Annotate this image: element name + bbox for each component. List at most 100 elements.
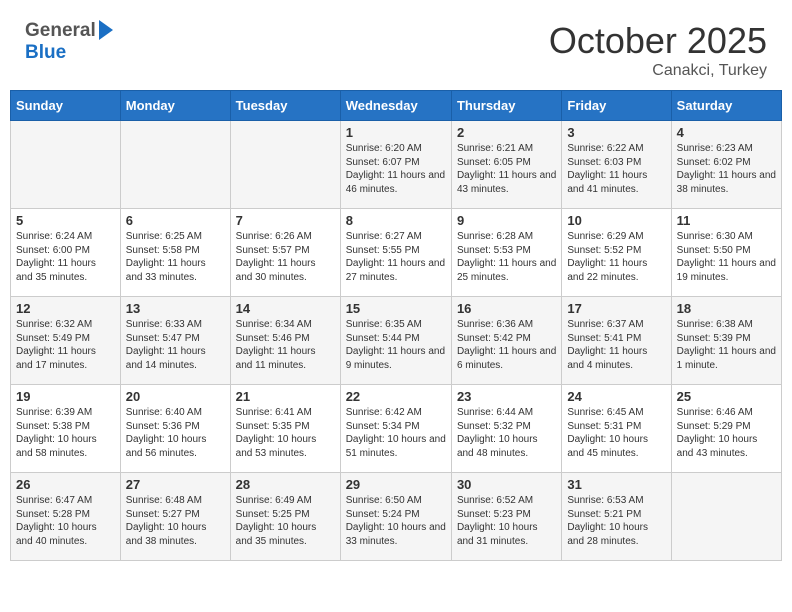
week-row-5: 26 Sunrise: 6:47 AM Sunset: 5:28 PM Dayli… (11, 473, 782, 561)
header-day-tuesday: Tuesday (230, 91, 340, 121)
cell-content: Sunrise: 6:32 AM Sunset: 5:49 PM Dayligh… (16, 318, 115, 372)
cell-content: Sunrise: 6:46 AM Sunset: 5:29 PM Dayligh… (677, 406, 776, 460)
cell-content: Sunrise: 6:49 AM Sunset: 5:25 PM Dayligh… (236, 494, 335, 548)
cell-content: Sunrise: 6:34 AM Sunset: 5:46 PM Dayligh… (236, 318, 335, 372)
cell-content: Sunrise: 6:24 AM Sunset: 6:00 PM Dayligh… (16, 230, 115, 284)
calendar-cell: 20 Sunrise: 6:40 AM Sunset: 5:36 PM Dayli… (120, 385, 230, 473)
cell-content: Sunrise: 6:42 AM Sunset: 5:34 PM Dayligh… (346, 406, 446, 460)
calendar-cell: 14 Sunrise: 6:34 AM Sunset: 5:46 PM Dayli… (230, 297, 340, 385)
logo: General Blue (25, 20, 113, 64)
cell-content: Sunrise: 6:20 AM Sunset: 6:07 PM Dayligh… (346, 142, 446, 196)
cell-content: Sunrise: 6:26 AM Sunset: 5:57 PM Dayligh… (236, 230, 335, 284)
day-number: 23 (457, 389, 556, 404)
calendar-cell: 8 Sunrise: 6:27 AM Sunset: 5:55 PM Daylig… (340, 209, 451, 297)
header-day-wednesday: Wednesday (340, 91, 451, 121)
day-number: 2 (457, 125, 556, 140)
header-row: SundayMondayTuesdayWednesdayThursdayFrid… (11, 91, 782, 121)
logo-blue: Blue (25, 42, 66, 63)
calendar-cell: 26 Sunrise: 6:47 AM Sunset: 5:28 PM Dayli… (11, 473, 121, 561)
cell-content: Sunrise: 6:37 AM Sunset: 5:41 PM Dayligh… (567, 318, 665, 372)
calendar-cell: 19 Sunrise: 6:39 AM Sunset: 5:38 PM Dayli… (11, 385, 121, 473)
page-header: General Blue October 2025 Canakci, Turke… (10, 10, 782, 85)
day-number: 3 (567, 125, 665, 140)
day-number: 16 (457, 301, 556, 316)
calendar-cell: 22 Sunrise: 6:42 AM Sunset: 5:34 PM Dayli… (340, 385, 451, 473)
cell-content: Sunrise: 6:35 AM Sunset: 5:44 PM Dayligh… (346, 318, 446, 372)
cell-content: Sunrise: 6:44 AM Sunset: 5:32 PM Dayligh… (457, 406, 556, 460)
cell-content: Sunrise: 6:45 AM Sunset: 5:31 PM Dayligh… (567, 406, 665, 460)
day-number: 21 (236, 389, 335, 404)
cell-content: Sunrise: 6:21 AM Sunset: 6:05 PM Dayligh… (457, 142, 556, 196)
calendar-cell: 4 Sunrise: 6:23 AM Sunset: 6:02 PM Daylig… (671, 121, 781, 209)
calendar-cell (11, 121, 121, 209)
cell-content: Sunrise: 6:52 AM Sunset: 5:23 PM Dayligh… (457, 494, 556, 548)
day-number: 13 (126, 301, 225, 316)
day-number: 18 (677, 301, 776, 316)
month-title: October 2025 (549, 20, 767, 62)
cell-content: Sunrise: 6:53 AM Sunset: 5:21 PM Dayligh… (567, 494, 665, 548)
cell-content: Sunrise: 6:36 AM Sunset: 5:42 PM Dayligh… (457, 318, 556, 372)
day-number: 26 (16, 477, 115, 492)
cell-content: Sunrise: 6:33 AM Sunset: 5:47 PM Dayligh… (126, 318, 225, 372)
cell-content: Sunrise: 6:47 AM Sunset: 5:28 PM Dayligh… (16, 494, 115, 548)
cell-content: Sunrise: 6:48 AM Sunset: 5:27 PM Dayligh… (126, 494, 225, 548)
header-day-sunday: Sunday (11, 91, 121, 121)
calendar-cell: 11Sunrise: 6:30 AM Sunset: 5:50 PM Dayli… (671, 209, 781, 297)
day-number: 5 (16, 213, 115, 228)
calendar-cell: 27Sunrise: 6:48 AM Sunset: 5:27 PM Dayli… (120, 473, 230, 561)
calendar-cell: 3 Sunrise: 6:22 AM Sunset: 6:03 PM Daylig… (562, 121, 671, 209)
cell-content: Sunrise: 6:25 AM Sunset: 5:58 PM Dayligh… (126, 230, 225, 284)
logo-text: General Blue (25, 20, 113, 64)
calendar-cell: 10Sunrise: 6:29 AM Sunset: 5:52 PM Dayli… (562, 209, 671, 297)
calendar-cell: 1 Sunrise: 6:20 AM Sunset: 6:07 PM Daylig… (340, 121, 451, 209)
calendar-cell (671, 473, 781, 561)
calendar-cell: 23 Sunrise: 6:44 AM Sunset: 5:32 PM Dayli… (451, 385, 561, 473)
cell-content: Sunrise: 6:23 AM Sunset: 6:02 PM Dayligh… (677, 142, 776, 196)
day-number: 14 (236, 301, 335, 316)
week-row-2: 5 Sunrise: 6:24 AM Sunset: 6:00 PM Daylig… (11, 209, 782, 297)
cell-content: Sunrise: 6:38 AM Sunset: 5:39 PM Dayligh… (677, 318, 776, 372)
day-number: 12 (16, 301, 115, 316)
day-number: 19 (16, 389, 115, 404)
title-block: October 2025 Canakci, Turkey (549, 20, 767, 80)
calendar-cell: 21 Sunrise: 6:41 AM Sunset: 5:35 PM Dayli… (230, 385, 340, 473)
day-number: 17 (567, 301, 665, 316)
location: Canakci, Turkey (549, 62, 767, 80)
calendar-cell: 24Sunrise: 6:45 AM Sunset: 5:31 PM Dayli… (562, 385, 671, 473)
cell-content: Sunrise: 6:29 AM Sunset: 5:52 PM Dayligh… (567, 230, 665, 284)
cell-content: Sunrise: 6:39 AM Sunset: 5:38 PM Dayligh… (16, 406, 115, 460)
calendar-cell: 18 Sunrise: 6:38 AM Sunset: 5:39 PM Dayli… (671, 297, 781, 385)
calendar-cell: 28Sunrise: 6:49 AM Sunset: 5:25 PM Dayli… (230, 473, 340, 561)
logo-general: General (25, 20, 96, 42)
day-number: 6 (126, 213, 225, 228)
cell-content: Sunrise: 6:50 AM Sunset: 5:24 PM Dayligh… (346, 494, 446, 548)
day-number: 8 (346, 213, 446, 228)
header-day-thursday: Thursday (451, 91, 561, 121)
calendar-cell (230, 121, 340, 209)
day-number: 20 (126, 389, 225, 404)
calendar-cell: 17 Sunrise: 6:37 AM Sunset: 5:41 PM Dayli… (562, 297, 671, 385)
calendar-table: SundayMondayTuesdayWednesdayThursdayFrid… (10, 90, 782, 561)
day-number: 4 (677, 125, 776, 140)
calendar-cell: 31Sunrise: 6:53 AM Sunset: 5:21 PM Dayli… (562, 473, 671, 561)
cell-content: Sunrise: 6:22 AM Sunset: 6:03 PM Dayligh… (567, 142, 665, 196)
calendar-cell: 7 Sunrise: 6:26 AM Sunset: 5:57 PM Daylig… (230, 209, 340, 297)
calendar-cell: 6 Sunrise: 6:25 AM Sunset: 5:58 PM Daylig… (120, 209, 230, 297)
day-number: 15 (346, 301, 446, 316)
cell-content: Sunrise: 6:40 AM Sunset: 5:36 PM Dayligh… (126, 406, 225, 460)
calendar-cell: 30 Sunrise: 6:52 AM Sunset: 5:23 PM Dayli… (451, 473, 561, 561)
cell-content: Sunrise: 6:30 AM Sunset: 5:50 PM Dayligh… (677, 230, 776, 284)
header-day-monday: Monday (120, 91, 230, 121)
week-row-4: 19 Sunrise: 6:39 AM Sunset: 5:38 PM Dayli… (11, 385, 782, 473)
header-day-friday: Friday (562, 91, 671, 121)
cell-content: Sunrise: 6:27 AM Sunset: 5:55 PM Dayligh… (346, 230, 446, 284)
calendar-cell: 2 Sunrise: 6:21 AM Sunset: 6:05 PM Daylig… (451, 121, 561, 209)
day-number: 1 (346, 125, 446, 140)
day-number: 22 (346, 389, 446, 404)
week-row-3: 12 Sunrise: 6:32 AM Sunset: 5:49 PM Dayli… (11, 297, 782, 385)
cell-content: Sunrise: 6:41 AM Sunset: 5:35 PM Dayligh… (236, 406, 335, 460)
day-number: 30 (457, 477, 556, 492)
logo-icon (99, 20, 113, 40)
day-number: 7 (236, 213, 335, 228)
day-number: 25 (677, 389, 776, 404)
